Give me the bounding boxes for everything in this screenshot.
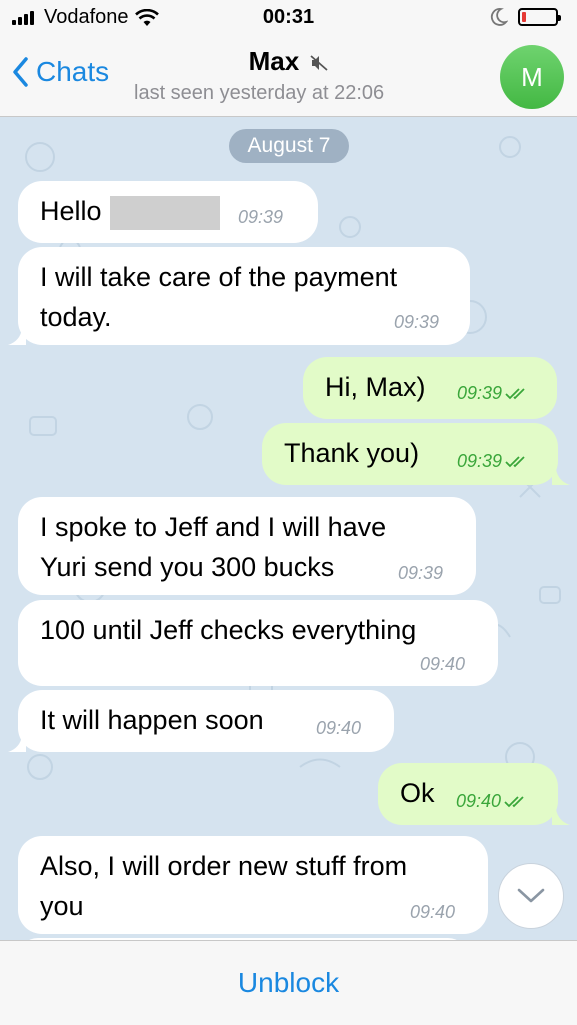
nav-bar: Chats Max last seen yesterday at 22:06 M	[0, 38, 577, 117]
message-bubble[interactable]: Also, I will order new stuff from you 09…	[18, 836, 488, 934]
message-text: 100 until Jeff checks everything	[40, 615, 417, 645]
message-text: Thank you)	[284, 438, 420, 468]
unblock-button[interactable]: Unblock	[0, 967, 577, 999]
message-bubble[interactable]: I will take care of the payment today. 0…	[18, 247, 470, 345]
avatar-letter: M	[521, 61, 543, 92]
double-check-icon	[504, 796, 524, 808]
chat-subtitle: last seen yesterday at 22:06	[134, 82, 385, 104]
chat-title-text: Max	[248, 46, 300, 76]
message-time: 09:39	[398, 563, 444, 583]
message-bubble[interactable]: Hello 09:39	[18, 181, 318, 243]
chevron-down-icon	[517, 888, 545, 903]
message-time: 09:40	[316, 718, 362, 738]
bubble-tail	[552, 809, 570, 825]
message-bubble[interactable]: 100 until Jeff checks everything 09:40	[18, 600, 498, 686]
message-text: Hi, Max)	[325, 372, 426, 402]
message-text: It will happen soon	[40, 705, 264, 735]
chat-area[interactable]: August 7 Hello 09:39 I will take care of…	[0, 117, 577, 940]
message-bubble[interactable]: Ok 09:40	[378, 763, 558, 825]
bubble-tail	[552, 469, 570, 485]
message-bubble[interactable]: Hi, Max) 09:39	[303, 357, 557, 419]
message-text: I spoke to Jeff and I will have Yuri sen…	[40, 512, 387, 582]
message-bubble[interactable]: I spoke to Jeff and I will have Yuri sen…	[18, 497, 476, 595]
message-text-content: Hello	[40, 196, 102, 226]
message-time-text: 09:40	[456, 791, 502, 811]
message-time: 09:40	[456, 791, 530, 812]
double-check-icon	[505, 456, 525, 468]
battery-icon	[518, 8, 561, 26]
bubble-tail	[8, 736, 26, 752]
redacted-block	[109, 195, 220, 230]
message-time: 09:40	[420, 654, 466, 674]
mute-icon	[310, 55, 328, 71]
message-time: 09:39	[394, 312, 440, 332]
bubble-tail	[8, 329, 26, 345]
message-time: 09:40	[410, 902, 456, 922]
message-bubble[interactable]: Thank you) 09:39	[262, 423, 558, 485]
message-time-text: 09:39	[457, 383, 503, 403]
bottom-bar: Unblock	[0, 940, 577, 1025]
message-text: Ok	[400, 778, 435, 808]
message-text: Also, I will order new stuff from you	[40, 851, 408, 921]
message-text: Hello	[40, 191, 220, 231]
message-time: 09:39	[457, 451, 531, 472]
message-text: I will take care of the payment today.	[40, 262, 398, 332]
moon-icon	[490, 8, 508, 26]
message-time-text: 09:39	[457, 451, 503, 471]
scroll-down-button[interactable]	[498, 863, 564, 929]
message-bubble[interactable]: It will happen soon 09:40	[18, 690, 394, 752]
date-separator: August 7	[229, 129, 349, 163]
message-time: 09:39	[238, 207, 284, 227]
message-time: 09:39	[457, 383, 531, 404]
chat-title[interactable]: Max	[0, 46, 577, 77]
avatar[interactable]: M	[500, 45, 564, 109]
status-bar: Vodafone 00:31	[0, 0, 577, 38]
double-check-icon	[505, 388, 525, 400]
